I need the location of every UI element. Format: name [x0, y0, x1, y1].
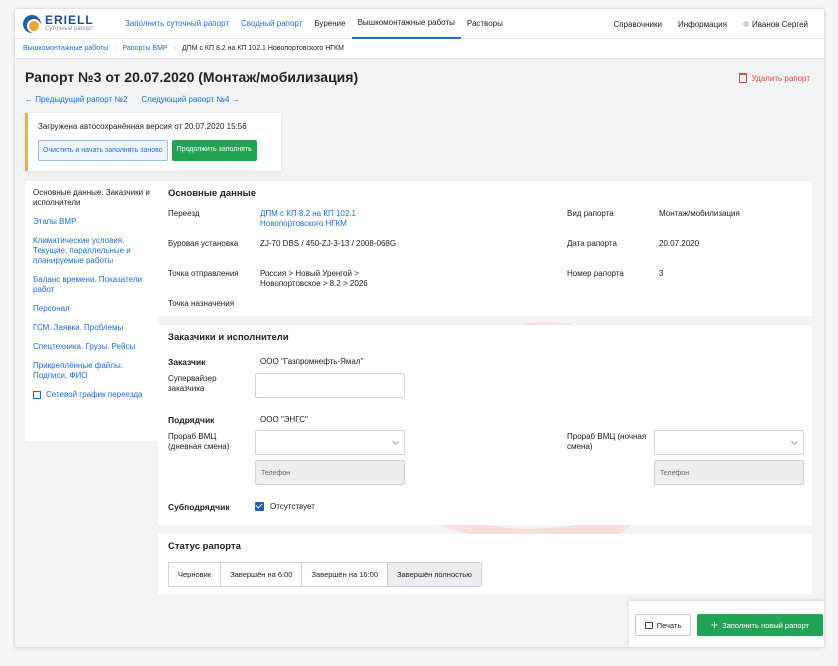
- breadcrumb: Вышкомонтажные работы › Рапорты ВМР › ДП…: [15, 39, 824, 59]
- app-window: ERIELL Суточный рапорт Заполнить суточны…: [14, 8, 825, 648]
- prev-report-link[interactable]: ← Предыдущий рапорт №2: [25, 95, 127, 104]
- chevron-down-icon: [391, 437, 400, 446]
- supervisor-label: Супервайзер заказчика: [168, 374, 217, 393]
- status-title: Статус рапорта: [168, 541, 241, 552]
- from-value: Россия > Новый Уренгой > Новопортовское …: [260, 269, 368, 288]
- supervisor-input[interactable]: [255, 373, 405, 398]
- clear-restart-button[interactable]: Очистить и начать заполнять заново: [38, 140, 168, 161]
- status-option-full[interactable]: Завершён полностью: [388, 563, 481, 586]
- report-pagination: ← Предыдущий рапорт №2 Следующий рапорт …: [25, 95, 814, 104]
- report-number-value: 3: [659, 269, 664, 278]
- delete-report-button[interactable]: Удалить рапорт: [738, 73, 810, 83]
- breadcrumb-reports[interactable]: Рапорты ВМР: [122, 45, 167, 52]
- report-date-value: 20.07.2020: [659, 239, 700, 248]
- plus-icon: +: [711, 618, 719, 632]
- report-date-label: Дата рапорта: [567, 239, 617, 248]
- section-sidebar: Основные данные. Заказчики и исполнители…: [25, 181, 158, 441]
- nav-info[interactable]: Информация: [670, 20, 735, 29]
- nav-fluids[interactable]: Растворы: [461, 9, 509, 39]
- breadcrumb-separator: ›: [173, 45, 176, 52]
- main-nav: Заполнить суточный рапорт Сводный рапорт…: [119, 9, 509, 39]
- status-card: Статус рапорта Черновик Завершён на 6:00…: [158, 534, 812, 594]
- report-type-value: Монтаж/мобилизация: [659, 209, 740, 218]
- next-report-link[interactable]: Следующий рапорт №4 →: [141, 95, 239, 104]
- move-label: Переезд: [168, 209, 200, 218]
- basic-data-title: Основные данные: [168, 188, 257, 199]
- logo-subtitle: Суточный рапорт: [45, 26, 94, 32]
- autosave-notice: Загружена автосохранённая версия от 20.0…: [25, 113, 281, 171]
- foreman-day-select[interactable]: [255, 430, 405, 455]
- sidebar-item-files[interactable]: Прикреплённые файлы. Подписи, ФИО: [33, 361, 150, 381]
- sidebar-item-schedule[interactable]: Сетевой график переезда: [33, 390, 150, 400]
- report-number-label: Номер рапорта: [567, 269, 624, 278]
- page-header: Рапорт №3 от 20.07.2020 (Монтаж/мобилиза…: [15, 59, 824, 117]
- continue-button[interactable]: Продолжить заполнять: [171, 140, 257, 161]
- print-label: Печать: [656, 620, 682, 630]
- sidebar-item-climate[interactable]: Климатические условия. Текущие, параллел…: [33, 236, 150, 266]
- nav-rig-works[interactable]: Вышкомонтажные работы: [351, 9, 461, 39]
- status-option-6[interactable]: Завершён на 6:00: [221, 563, 303, 586]
- top-navbar: ERIELL Суточный рапорт Заполнить суточны…: [15, 9, 824, 39]
- customer-label: Заказчик: [168, 357, 206, 367]
- logo-icon: [23, 14, 41, 33]
- user-icon: [742, 21, 749, 28]
- page-title: Рапорт №3 от 20.07.2020 (Монтаж/мобилиза…: [25, 69, 359, 85]
- nav-summary[interactable]: Сводный рапорт: [235, 9, 308, 39]
- foreman-night-phone[interactable]: Телефон: [654, 460, 804, 485]
- parties-title: Заказчики и исполнители: [168, 332, 289, 343]
- contractor-label: Подрядчик: [168, 415, 215, 425]
- sidebar-item-fuel[interactable]: ГСМ. Заявки. Проблемы: [33, 323, 150, 333]
- sidebar-item-personnel[interactable]: Персонал: [33, 304, 150, 314]
- sidebar-item-stages[interactable]: Этапы ВМР: [33, 217, 150, 227]
- new-report-label: Заполнить новый рапорт: [722, 620, 809, 630]
- status-segmented-control: Черновик Завершён на 6:00 Завершён на 16…: [168, 562, 482, 587]
- user-name: Иванов Сергей: [751, 19, 808, 29]
- breadcrumb-rig-works[interactable]: Вышкомонтажные работы: [23, 45, 108, 52]
- print-button[interactable]: Печать: [635, 614, 691, 636]
- report-type-label: Вид рапорта: [567, 209, 614, 218]
- nav-fill-daily[interactable]: Заполнить суточный рапорт: [119, 9, 235, 39]
- autosave-message: Загружена автосохранённая версия от 20.0…: [38, 122, 247, 131]
- nav-references[interactable]: Справочники: [606, 20, 670, 29]
- sidebar-item-schedule-label: Сетевой график переезда: [46, 390, 143, 399]
- rig-value: ZJ-70 DBS / 450-ZJ-3-13 / 2008-068G: [260, 239, 397, 248]
- foreman-night-select[interactable]: [654, 430, 804, 455]
- new-report-button[interactable]: + Заполнить новый рапорт: [697, 614, 823, 636]
- subcontractor-checkbox[interactable]: [255, 502, 264, 511]
- breadcrumb-separator: ›: [114, 45, 117, 52]
- logo-name: ERIELL: [45, 13, 94, 27]
- chevron-down-icon: [790, 437, 799, 446]
- breadcrumb-current: ДПМ с КП 8.2 на КП 102.1 Новопортовского…: [181, 45, 344, 52]
- status-option-draft[interactable]: Черновик: [169, 563, 222, 586]
- parties-card: Заказчики и исполнители Заказчик ООО "Га…: [158, 325, 812, 525]
- nav-drilling[interactable]: Бурение: [308, 9, 351, 39]
- sidebar-item-vehicles[interactable]: Спецтехника. Грузы. Рейсы: [33, 342, 150, 352]
- user-menu[interactable]: Иванов Сергей: [735, 20, 816, 29]
- foreman-night-label: Прораб ВМЦ (ночная смена): [567, 432, 647, 451]
- sidebar-item-basic[interactable]: Основные данные. Заказчики и исполнители: [33, 188, 150, 208]
- to-label: Точка назначения: [168, 299, 235, 308]
- rig-label: Буровая установка: [168, 239, 239, 248]
- foreman-day-label: Прораб ВМЦ (дневная смена): [168, 432, 230, 451]
- delete-report-label: Удалить рапорт: [751, 73, 810, 83]
- printer-icon: [644, 621, 653, 629]
- contractor-value: ООО "ЭНГС": [260, 415, 308, 424]
- action-bar: Печать + Заполнить новый рапорт: [629, 601, 824, 647]
- move-link[interactable]: ДПМ с КП 8.2 на КП 102.1 Новопортовского…: [260, 209, 380, 229]
- basic-data-card: Основные данные Переезд ДПМ с КП 8.2 на …: [158, 181, 812, 316]
- status-option-16[interactable]: Завершён на 16:00: [302, 563, 388, 586]
- subcontractor-check-label: Отсутствует: [270, 502, 315, 511]
- trash-icon: [738, 73, 747, 83]
- foreman-day-phone[interactable]: Телефон: [255, 460, 405, 485]
- sidebar-item-time-balance[interactable]: Баланс времени. Показатели работ: [33, 275, 150, 295]
- logo[interactable]: ERIELL Суточный рапорт: [23, 14, 119, 33]
- from-label: Точка отправления: [168, 269, 239, 278]
- subcontractor-label: Субподрядчик: [168, 502, 230, 512]
- customer-value: ООО "Газпромнефть-Ямал": [260, 357, 364, 366]
- nav-right: Справочники Информация Иванов Сергей: [606, 9, 817, 39]
- external-link-icon: [33, 391, 41, 399]
